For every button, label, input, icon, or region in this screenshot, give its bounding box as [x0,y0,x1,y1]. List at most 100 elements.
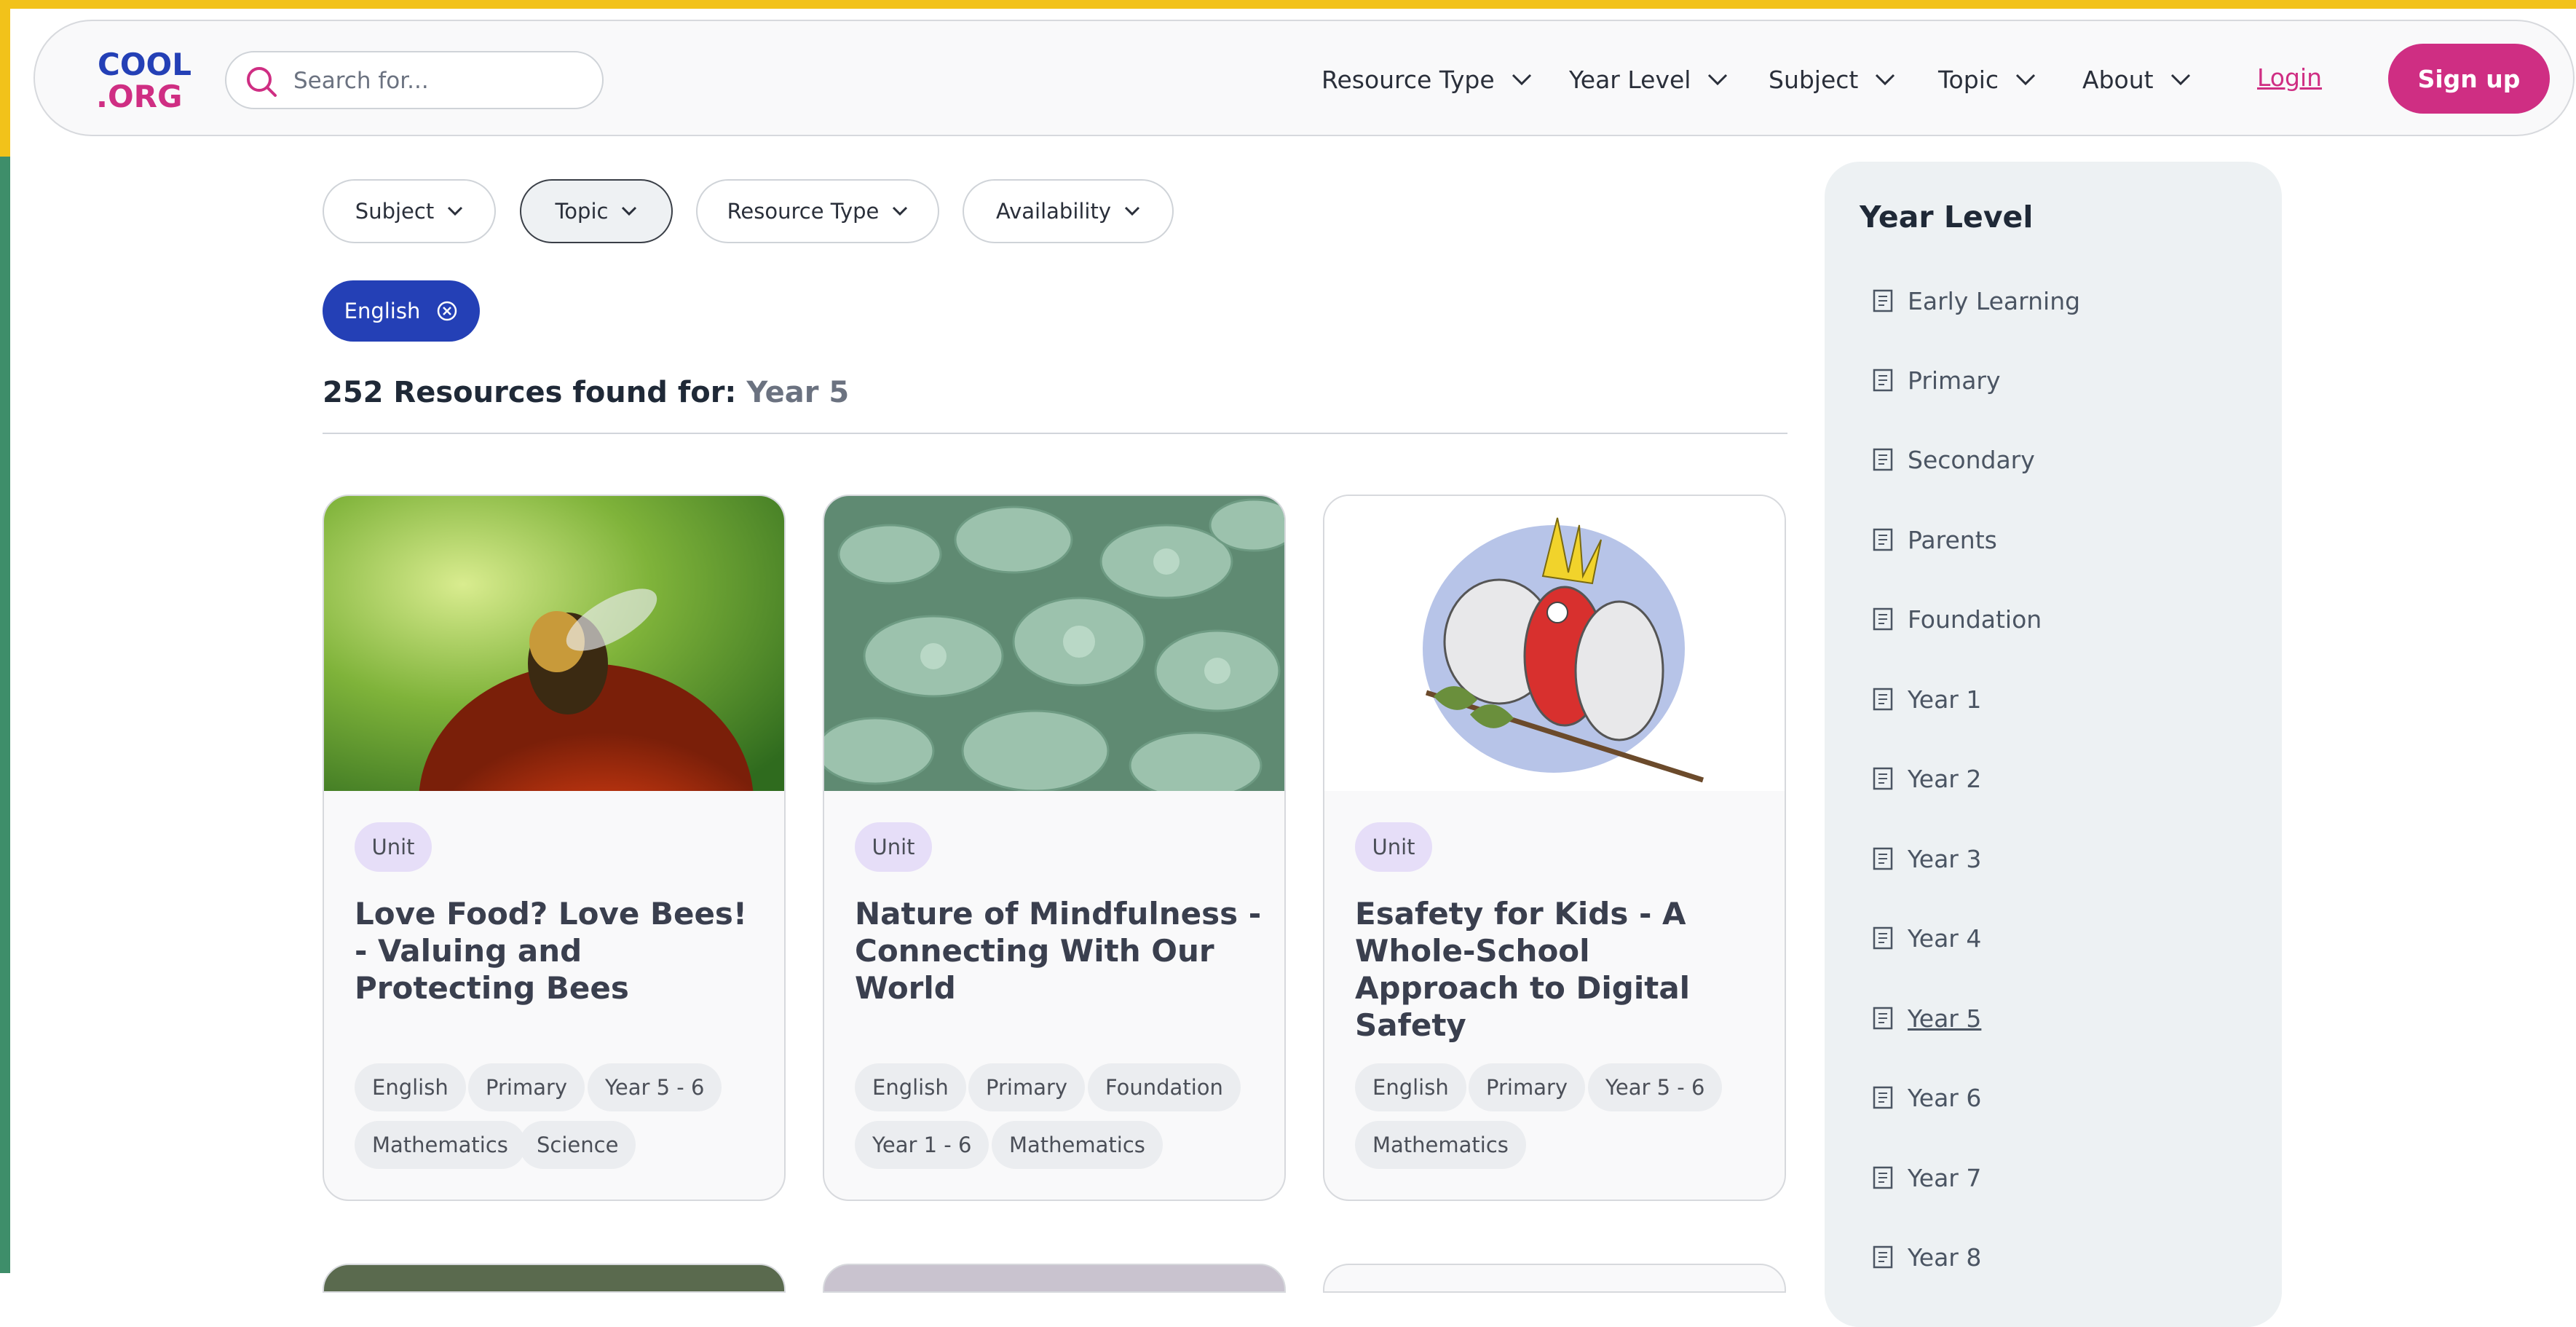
document-icon [1873,289,1893,312]
sidebar-item-parents[interactable]: Parents [1873,519,1997,560]
close-circle-icon[interactable] [436,300,458,322]
sidebar-item-label: Primary [1908,366,2001,395]
chevron-down-icon [1512,74,1531,86]
sidebar-item-label: Year 1 [1908,685,1982,714]
resource-card-partial[interactable] [323,1264,786,1293]
sidebar-item-label: Year 3 [1908,844,1982,873]
sidebar-item-label: Year 4 [1908,924,1982,953]
results-heading: 252 Resources found for: Year 5 [323,376,849,409]
document-icon [1873,1007,1893,1030]
sidebar-item-label: Parents [1908,525,1997,554]
sidebar-item-primary[interactable]: Primary [1873,360,2001,401]
card-image-bee [324,496,784,791]
svg-text:COOL: COOL [98,47,191,82]
card-tag[interactable]: Year 5 - 6 [588,1063,722,1111]
card-tag[interactable]: Foundation [1088,1063,1241,1111]
resource-card[interactable]: Unit Nature of Mindfulness - Connecting … [823,495,1286,1201]
filter-resource-type[interactable]: Resource Type [696,179,939,243]
page-frame-left [0,0,10,1273]
filter-topic[interactable]: Topic [520,179,673,243]
document-icon [1873,1086,1893,1109]
card-tag[interactable]: Year 5 - 6 [1588,1063,1723,1111]
sidebar-item-label: Secondary [1908,445,2035,474]
card-tag[interactable]: Mathematics [992,1121,1163,1169]
sidebar-item-year-7[interactable]: Year 7 [1873,1157,1981,1198]
sidebar-item-year-4[interactable]: Year 4 [1873,918,1981,958]
document-icon [1873,607,1893,631]
filter-subject-label: Subject [355,199,435,224]
nav-resource-type-label: Resource Type [1321,65,1495,94]
sidebar-item-early-learning[interactable]: Early Learning [1873,280,2080,321]
sidebar-item-label: Year 5 [1908,1004,1982,1033]
resource-type-badge: Unit [1355,822,1432,872]
sidebar-item-year-1[interactable]: Year 1 [1873,679,1981,720]
chevron-down-icon [622,206,637,216]
card-title[interactable]: Nature of Mindfulness - Connecting With … [855,895,1263,1007]
login-link[interactable]: Login [2257,63,2322,92]
nav-year-level-label: Year Level [1569,65,1691,94]
document-icon [1873,767,1893,790]
chevron-down-icon [2170,74,2190,86]
card-tag[interactable]: English [355,1063,466,1111]
search-input[interactable] [292,63,586,99]
nav-resource-type[interactable]: Resource Type [1321,59,1533,100]
filter-availability[interactable]: Availability [963,179,1174,243]
resource-card-partial[interactable] [1323,1264,1786,1293]
card-tag[interactable]: English [855,1063,966,1111]
card-tag[interactable]: Primary [1469,1063,1586,1111]
resource-card[interactable]: Unit Esafety for Kids - A Whole-School A… [1323,495,1786,1201]
card-title[interactable]: Love Food? Love Bees! - Valuing and Prot… [355,895,762,1007]
card-image-succulents [824,496,1284,791]
sidebar-item-year-5[interactable]: Year 5 [1873,998,1981,1039]
sidebar-item-label: Foundation [1908,605,2042,634]
sidebar-item-label: Year 8 [1908,1243,1982,1272]
sidebar-item-year-2[interactable]: Year 2 [1873,758,1981,799]
resource-card[interactable]: Unit Love Food? Love Bees! - Valuing and… [323,495,786,1201]
nav-about[interactable]: About [2082,59,2192,100]
card-tag[interactable]: Mathematics [355,1121,526,1169]
card-tag[interactable]: English [1355,1063,1466,1111]
search-box[interactable] [225,51,604,109]
chevron-down-icon [893,206,908,216]
resource-card-partial[interactable] [823,1264,1286,1293]
chevron-down-icon [1876,74,1895,86]
card-tag[interactable]: Primary [968,1063,1086,1111]
chevron-down-icon [2015,74,2036,86]
nav-year-level[interactable]: Year Level [1569,59,1728,100]
document-icon [1873,847,1893,870]
card-tag[interactable]: Science [519,1121,636,1169]
sign-up-button[interactable]: Sign up [2388,44,2550,114]
results-query: Year 5 [746,376,850,409]
sidebar-item-foundation[interactable]: Foundation [1873,599,2042,639]
filter-topic-label: Topic [555,199,609,224]
card-tag[interactable]: Year 1 - 6 [855,1121,989,1169]
nav-about-label: About [2082,65,2154,94]
nav-topic-label: Topic [1938,65,1999,94]
resource-type-badge: Unit [855,822,932,872]
nav-topic[interactable]: Topic [1938,59,2036,100]
resource-type-badge: Unit [355,822,432,872]
filter-resource-type-label: Resource Type [727,199,880,224]
chevron-down-icon [1124,206,1140,216]
sidebar-item-year-8[interactable]: Year 8 [1873,1237,1981,1277]
active-filter-chip-english[interactable]: English [323,280,480,342]
sidebar-item-secondary[interactable]: Secondary [1873,439,2035,480]
sidebar-item-year-3[interactable]: Year 3 [1873,838,1981,879]
filter-subject[interactable]: Subject [323,179,496,243]
nav-subject[interactable]: Subject [1769,59,1896,100]
sidebar-item-label: Year 7 [1908,1163,1982,1192]
card-tag[interactable]: Primary [468,1063,585,1111]
site-logo[interactable]: COOL .ORG [96,46,198,111]
card-tag[interactable]: Mathematics [1355,1121,1526,1169]
card-title[interactable]: Esafety for Kids - A Whole-School Approa… [1355,895,1763,1044]
chevron-down-icon [448,206,463,216]
document-icon [1873,688,1893,711]
sidebar-item-year-6[interactable]: Year 6 [1873,1077,1981,1118]
chevron-down-icon [1708,74,1728,86]
sidebar-title: Year Level [1860,200,2034,235]
document-icon [1873,1166,1893,1189]
svg-text:.ORG: .ORG [96,79,182,111]
document-icon [1873,448,1893,471]
document-icon [1873,1245,1893,1269]
sidebar-item-label: Year 2 [1908,764,1982,793]
